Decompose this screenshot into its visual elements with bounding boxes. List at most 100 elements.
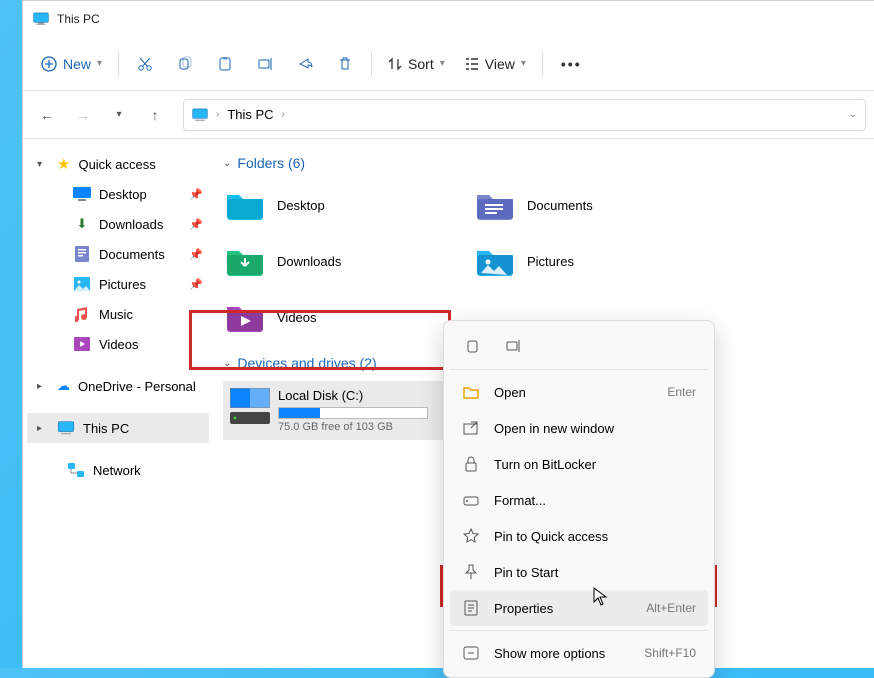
- folder-documents[interactable]: Documents: [473, 181, 719, 229]
- context-show-more[interactable]: Show more options Shift+F10: [450, 635, 708, 671]
- scissors-icon: [137, 56, 153, 72]
- sidebar-item-videos[interactable]: Videos: [27, 329, 209, 359]
- drive-icon: [230, 388, 270, 433]
- sort-button[interactable]: Sort ▾: [378, 46, 455, 82]
- delete-button[interactable]: [325, 46, 365, 82]
- folder-label: Videos: [277, 310, 317, 325]
- chevron-right-icon: ›: [282, 109, 285, 120]
- copy-icon[interactable]: [464, 337, 482, 355]
- sidebar-item-label: This PC: [83, 421, 129, 436]
- format-icon: [462, 491, 480, 509]
- star-icon: ★: [57, 155, 70, 173]
- sidebar-item-label: Quick access: [78, 157, 155, 172]
- more-button[interactable]: •••: [549, 46, 594, 82]
- music-icon: [73, 306, 91, 322]
- chevron-down-icon: ▾: [440, 58, 445, 69]
- sidebar-item-documents[interactable]: Documents 📌: [27, 239, 209, 269]
- pictures-icon: [73, 276, 91, 292]
- folder-pictures[interactable]: Pictures: [473, 237, 719, 285]
- this-pc-icon: [192, 108, 208, 122]
- chevron-down-icon[interactable]: ⌄: [849, 109, 857, 120]
- paste-icon: [217, 56, 233, 72]
- paste-button[interactable]: [205, 46, 245, 82]
- context-open-new-window[interactable]: Open in new window: [450, 410, 708, 446]
- storage-bar: [278, 407, 428, 419]
- sidebar-network[interactable]: Network: [27, 455, 209, 485]
- share-icon: [297, 56, 313, 72]
- context-item-label: Open: [494, 385, 526, 400]
- rename-icon: [257, 56, 273, 72]
- new-label: New: [63, 56, 91, 72]
- back-button[interactable]: ←: [31, 99, 63, 131]
- sidebar-item-pictures[interactable]: Pictures 📌: [27, 269, 209, 299]
- context-open[interactable]: Open Enter: [450, 374, 708, 410]
- folder-label: Desktop: [277, 198, 325, 213]
- download-icon: ⬇: [73, 216, 91, 232]
- pin-icon: 📌: [189, 248, 203, 261]
- sidebar-item-label: Videos: [99, 337, 139, 352]
- up-button[interactable]: ↑: [139, 99, 171, 131]
- toolbar-divider: [118, 52, 119, 76]
- context-shortcut: Shift+F10: [644, 646, 696, 660]
- new-button[interactable]: New ▾: [31, 46, 112, 82]
- sidebar-quick-access[interactable]: ▾ ★ Quick access: [27, 149, 209, 179]
- address-bar[interactable]: › This PC › ⌄: [183, 99, 866, 131]
- copy-button[interactable]: [165, 46, 205, 82]
- cut-button[interactable]: [125, 46, 165, 82]
- folder-open-icon: [462, 383, 480, 401]
- context-item-label: Turn on BitLocker: [494, 457, 596, 472]
- folder-downloads[interactable]: Downloads: [223, 237, 469, 285]
- context-item-label: Pin to Start: [494, 565, 558, 580]
- address-bar-row: ← → ▾ ↑ › This PC › ⌄: [23, 91, 874, 139]
- context-pin-quick-access[interactable]: Pin to Quick access: [450, 518, 708, 554]
- pin-icon: [462, 563, 480, 581]
- toolbar-divider: [542, 52, 543, 76]
- recent-button[interactable]: ▾: [103, 99, 135, 131]
- context-separator: [450, 369, 708, 370]
- context-format[interactable]: Format...: [450, 482, 708, 518]
- forward-button[interactable]: →: [67, 99, 99, 131]
- plus-circle-icon: [41, 56, 57, 72]
- context-bitlocker[interactable]: Turn on BitLocker: [450, 446, 708, 482]
- desktop-folder-icon: [225, 188, 265, 222]
- sidebar-item-music[interactable]: Music: [27, 299, 209, 329]
- sidebar-onedrive[interactable]: ▸ ☁ OneDrive - Personal: [27, 371, 209, 401]
- videos-folder-icon: [225, 300, 265, 334]
- section-label: Folders (6): [237, 155, 305, 171]
- cloud-icon: ☁: [57, 378, 70, 394]
- view-icon: [465, 57, 479, 71]
- chevron-down-icon: ⌄: [223, 358, 231, 369]
- sidebar: ▾ ★ Quick access Desktop 📌 ⬇ Downloads 📌…: [23, 139, 213, 668]
- this-pc-icon: [57, 421, 75, 435]
- rename-button[interactable]: [245, 46, 285, 82]
- toolbar-divider: [371, 52, 372, 76]
- sidebar-item-desktop[interactable]: Desktop 📌: [27, 179, 209, 209]
- context-item-label: Format...: [494, 493, 546, 508]
- breadcrumb-item[interactable]: This PC: [227, 107, 273, 122]
- context-properties[interactable]: Properties Alt+Enter: [450, 590, 708, 626]
- sidebar-item-label: Pictures: [99, 277, 146, 292]
- downloads-folder-icon: [225, 244, 265, 278]
- copy-icon: [177, 56, 193, 72]
- view-label: View: [485, 56, 515, 72]
- pin-icon: 📌: [189, 278, 203, 291]
- folder-desktop[interactable]: Desktop: [223, 181, 469, 229]
- view-button[interactable]: View ▾: [455, 46, 536, 82]
- rename-icon[interactable]: [504, 337, 522, 355]
- share-button[interactable]: [285, 46, 325, 82]
- folder-label: Pictures: [527, 254, 574, 269]
- sidebar-item-label: Network: [93, 463, 141, 478]
- context-quick-actions: [450, 327, 708, 365]
- context-menu: Open Enter Open in new window Turn on Bi…: [443, 320, 715, 678]
- sidebar-item-label: Desktop: [99, 187, 147, 202]
- sidebar-this-pc[interactable]: ▸ This PC: [27, 413, 209, 443]
- pin-icon: 📌: [189, 188, 203, 201]
- folder-videos[interactable]: Videos: [223, 293, 469, 341]
- chevron-down-icon: ▾: [97, 58, 102, 69]
- sidebar-item-downloads[interactable]: ⬇ Downloads 📌: [27, 209, 209, 239]
- section-label: Devices and drives (2): [237, 355, 376, 371]
- folders-section-header[interactable]: ⌄ Folders (6): [223, 155, 874, 171]
- context-item-label: Open in new window: [494, 421, 614, 436]
- context-pin-start[interactable]: Pin to Start: [450, 554, 708, 590]
- drive-local-c[interactable]: Local Disk (C:) 75.0 GB free of 103 GB: [223, 381, 479, 440]
